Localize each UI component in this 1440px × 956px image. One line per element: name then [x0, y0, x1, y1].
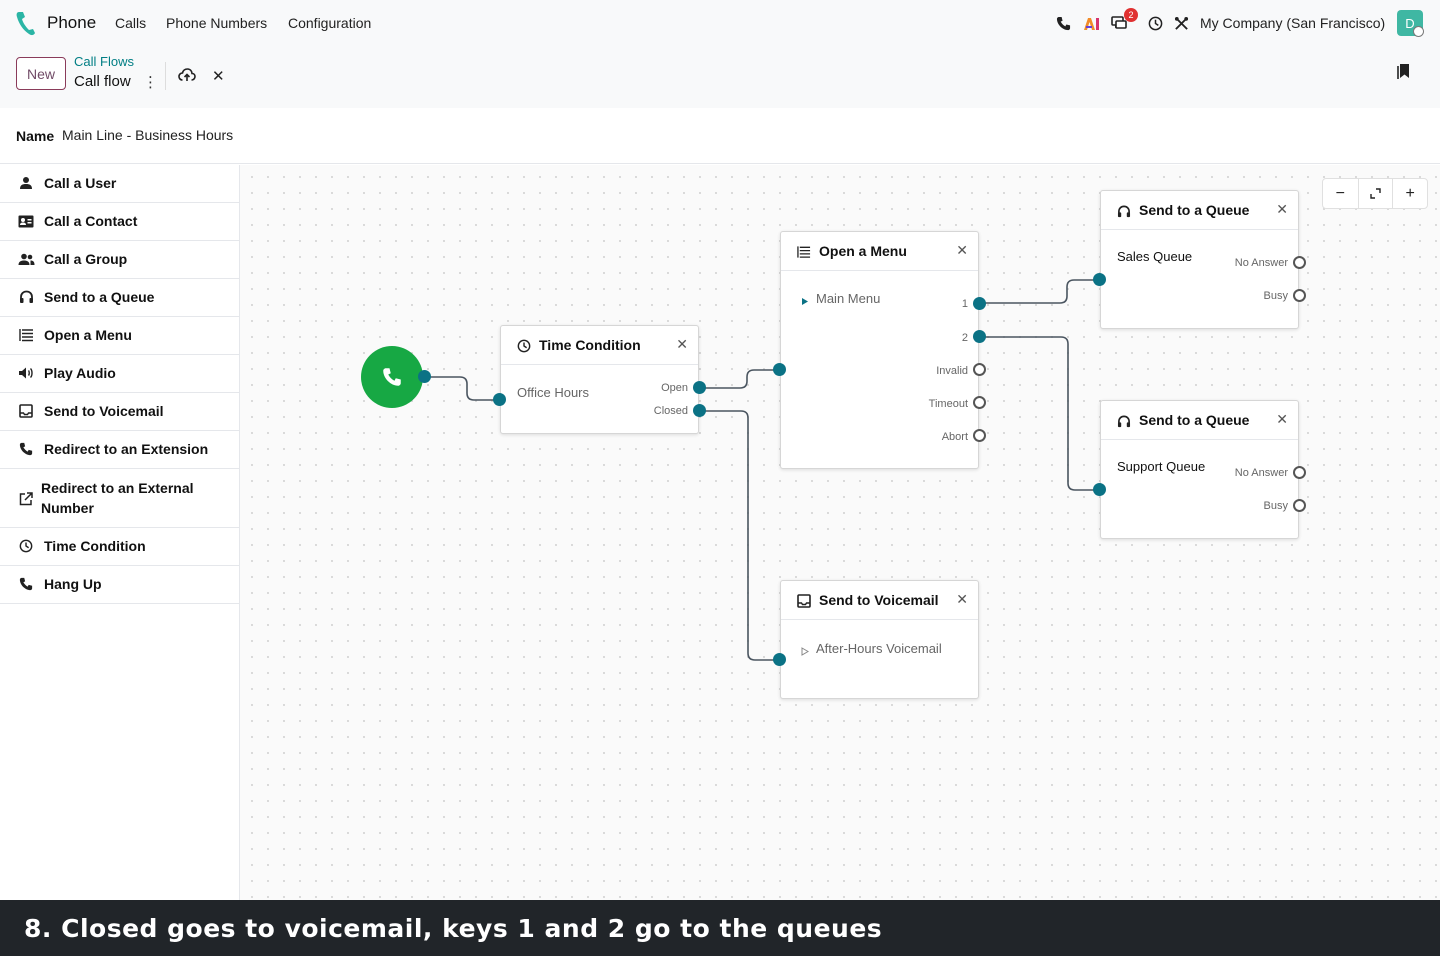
support-queue-node[interactable]: Send to a Queue ✕ Support Queue No Answe… [1100, 400, 1299, 539]
menu-port-abort[interactable] [973, 429, 986, 442]
menu-port-1[interactable] [973, 297, 986, 310]
headset-icon [1116, 413, 1132, 429]
sales-queue-no-answer-port[interactable] [1293, 256, 1306, 269]
menu-port-invalid[interactable] [973, 363, 986, 376]
time-condition-open-port[interactable] [693, 381, 706, 394]
node-header: Time Condition ✕ [501, 326, 698, 365]
wire-open-to-menu [700, 369, 780, 389]
support-queue-no-answer-port[interactable] [1293, 466, 1306, 479]
fit-view-button[interactable] [1357, 179, 1393, 208]
menu-port-timeout[interactable] [973, 396, 986, 409]
support-queue-input-port[interactable] [1093, 483, 1106, 496]
port-label-no-answer: No Answer [1234, 467, 1288, 479]
node-close-button[interactable]: ✕ [956, 591, 968, 608]
play-icon[interactable] [801, 643, 809, 661]
time-condition-node[interactable]: Time Condition ✕ Office Hours Open Close… [500, 325, 699, 434]
support-queue-busy-port[interactable] [1293, 499, 1306, 512]
port-label-busy: Busy [1263, 500, 1288, 512]
start-output-port[interactable] [418, 370, 431, 383]
node-header: Send to a Queue ✕ [1101, 191, 1298, 230]
node-title: Open a Menu [819, 243, 907, 259]
sales-queue-input-port[interactable] [1093, 273, 1106, 286]
node-value: Sales Queue [1117, 249, 1193, 264]
node-title: Send to Voicemail [819, 592, 939, 608]
node-value: Office Hours [517, 385, 590, 400]
menu-list-icon [796, 244, 812, 260]
sales-queue-busy-port[interactable] [1293, 289, 1306, 302]
wire-start-to-time [425, 376, 500, 401]
start-node[interactable] [361, 346, 423, 408]
voicemail-input-port[interactable] [773, 653, 786, 666]
zoom-in-button[interactable]: + [1392, 179, 1427, 208]
port-label-no-answer: No Answer [1234, 257, 1288, 269]
open-menu-node[interactable]: Open a Menu ✕ Main Menu 1 2 Invalid Time… [780, 231, 979, 469]
node-header: Open a Menu ✕ [781, 232, 978, 271]
zoom-controls: − + [1322, 178, 1428, 209]
port-label-timeout: Timeout [928, 398, 968, 410]
voicemail-node[interactable]: Send to Voicemail ✕ After-Hours Voicemai… [780, 580, 979, 699]
menu-input-port[interactable] [773, 363, 786, 376]
caption-text: 8. Closed goes to voicemail, keys 1 and … [24, 914, 883, 943]
time-condition-input-port[interactable] [493, 393, 506, 406]
phone-icon [383, 368, 401, 386]
port-label-abort: Abort [941, 431, 968, 443]
port-label-closed: Closed [653, 405, 688, 417]
tutorial-caption-bar: 8. Closed goes to voicemail, keys 1 and … [0, 900, 1440, 956]
node-close-button[interactable]: ✕ [676, 336, 688, 353]
node-close-button[interactable]: ✕ [1276, 411, 1288, 428]
port-label-open: Open [661, 382, 688, 394]
node-value: After-Hours Voicemail [816, 641, 942, 656]
node-header: Send to a Queue ✕ [1101, 401, 1298, 440]
headset-icon [1116, 203, 1132, 219]
node-title: Send to a Queue [1139, 412, 1250, 428]
menu-port-2[interactable] [973, 330, 986, 343]
clock-icon [516, 338, 532, 354]
node-value: Main Menu [816, 291, 881, 306]
wire-key2-to-support [980, 336, 1100, 491]
port-label-1: 1 [961, 298, 968, 310]
port-label-invalid: Invalid [936, 365, 968, 377]
node-value: Support Queue [1117, 459, 1206, 474]
node-header: Send to Voicemail ✕ [781, 581, 978, 620]
wire-key1-to-sales [980, 279, 1100, 304]
node-close-button[interactable]: ✕ [1276, 201, 1288, 218]
node-title: Send to a Queue [1139, 202, 1250, 218]
play-icon[interactable] [801, 293, 809, 311]
node-close-button[interactable]: ✕ [956, 242, 968, 259]
zoom-out-button[interactable]: − [1323, 179, 1358, 208]
wire-closed-to-voicemail [700, 410, 780, 661]
port-label-2: 2 [961, 332, 968, 344]
port-label-busy: Busy [1263, 290, 1288, 302]
sales-queue-node[interactable]: Send to a Queue ✕ Sales Queue No Answer … [1100, 190, 1299, 329]
time-condition-closed-port[interactable] [693, 404, 706, 417]
voicemail-icon [796, 593, 812, 609]
node-title: Time Condition [539, 337, 641, 353]
